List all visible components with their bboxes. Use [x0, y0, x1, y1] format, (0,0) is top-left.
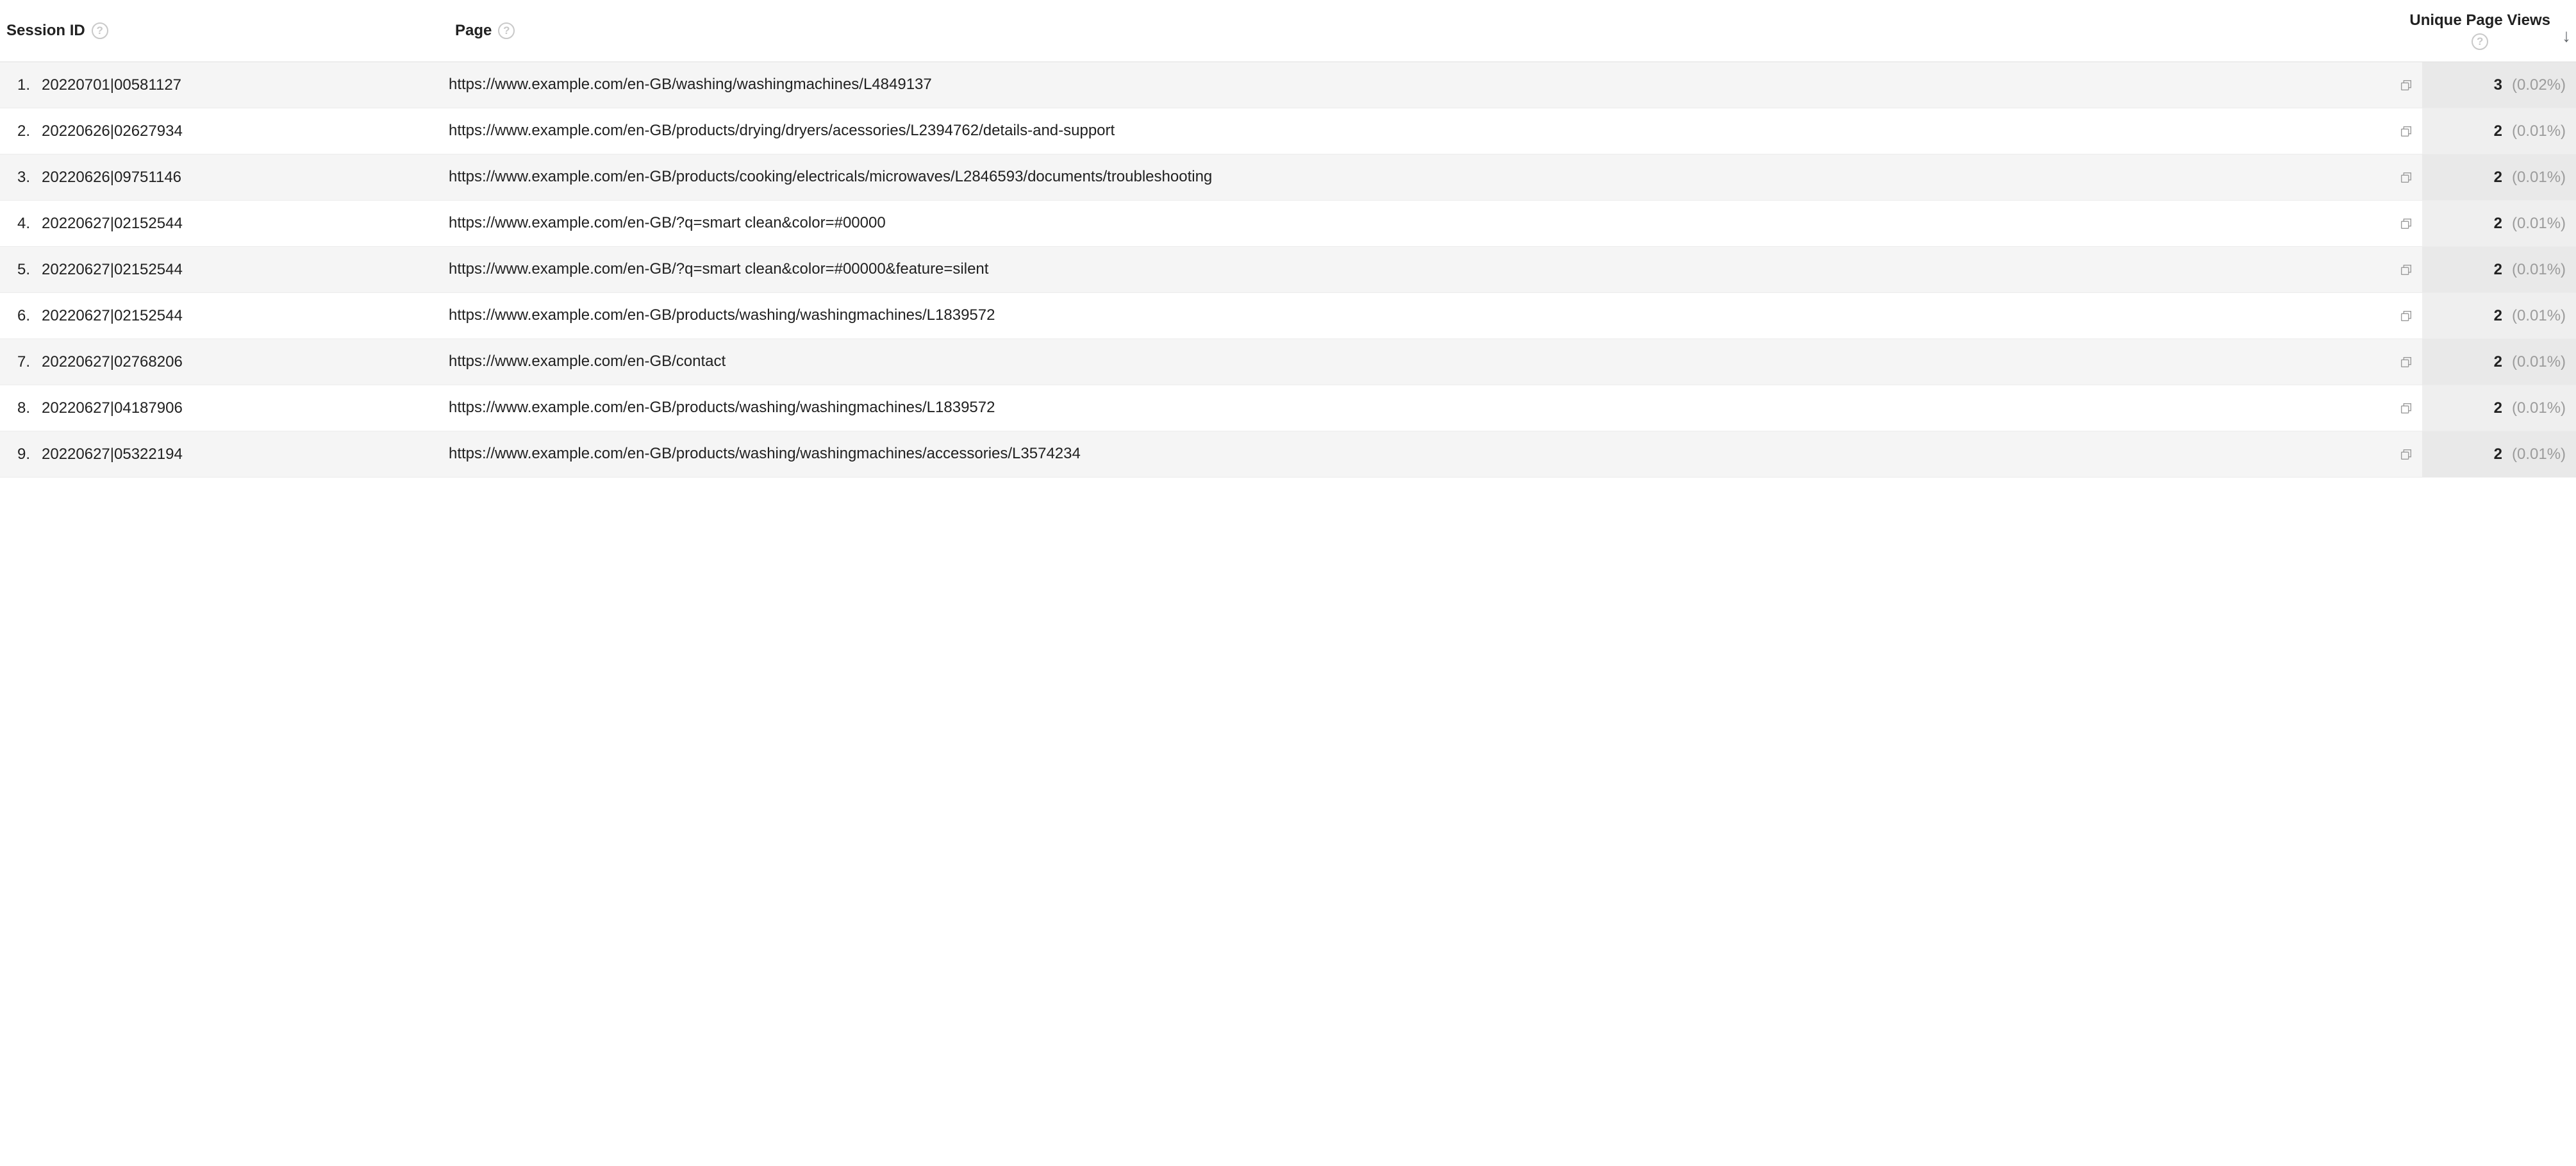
page-cell: https://www.example.com/en-GB/products/w… [449, 397, 2390, 418]
views-cell: 2(0.01%) [2422, 385, 2576, 431]
page-cell: https://www.example.com/en-GB/washing/wa… [449, 74, 2390, 95]
help-icon[interactable]: ? [2472, 33, 2488, 50]
page-cell: https://www.example.com/en-GB/products/w… [449, 305, 2390, 326]
views-pct: (0.02%) [2512, 76, 2576, 94]
views-cell: 2(0.01%) [2422, 293, 2576, 338]
views-cell: 2(0.01%) [2422, 154, 2576, 200]
views-value: 2 [2422, 261, 2512, 279]
table-row[interactable]: 8.20220627|04187906https://www.example.c… [0, 385, 2576, 431]
views-pct: (0.01%) [2512, 122, 2576, 140]
header-page[interactable]: Page ? [449, 22, 2409, 40]
views-value: 2 [2422, 446, 2512, 463]
views-cell: 2(0.01%) [2422, 339, 2576, 385]
row-index: 5. [0, 261, 42, 279]
views-value: 2 [2422, 169, 2512, 187]
session-id-cell: 20220627|02152544 [42, 215, 449, 233]
row-index: 8. [0, 399, 42, 417]
row-index: 9. [0, 446, 42, 463]
views-cell: 2(0.01%) [2422, 201, 2576, 246]
views-value: 2 [2422, 353, 2512, 371]
views-value: 2 [2422, 215, 2512, 233]
open-link-icon[interactable] [2390, 124, 2422, 138]
views-cell: 2(0.01%) [2422, 108, 2576, 154]
row-index: 4. [0, 215, 42, 233]
help-icon[interactable]: ? [498, 22, 515, 39]
open-link-icon[interactable] [2390, 447, 2422, 462]
views-pct: (0.01%) [2512, 261, 2576, 279]
session-id-cell: 20220627|02768206 [42, 353, 449, 371]
views-pct: (0.01%) [2512, 307, 2576, 325]
open-link-icon[interactable] [2390, 309, 2422, 323]
page-cell: https://www.example.com/en-GB/?q=smart c… [449, 213, 2390, 233]
session-id-cell: 20220627|02152544 [42, 261, 449, 279]
views-cell: 2(0.01%) [2422, 431, 2576, 477]
page-url[interactable]: https://www.example.com/en-GB/products/c… [449, 167, 2384, 187]
page-url[interactable]: https://www.example.com/en-GB/products/w… [449, 305, 2384, 326]
views-value: 3 [2422, 76, 2512, 94]
row-index: 6. [0, 307, 42, 325]
session-id-cell: 20220626|09751146 [42, 169, 449, 187]
row-index: 3. [0, 169, 42, 187]
header-page-label: Page [455, 22, 492, 40]
page-cell: https://www.example.com/en-GB/?q=smart c… [449, 259, 2390, 279]
open-link-icon[interactable] [2390, 401, 2422, 415]
page-url[interactable]: https://www.example.com/en-GB/?q=smart c… [449, 259, 2384, 279]
table-row[interactable]: 1.20220701|00581127https://www.example.c… [0, 62, 2576, 108]
session-id-cell: 20220627|02152544 [42, 307, 449, 325]
page-cell: https://www.example.com/en-GB/products/c… [449, 167, 2390, 187]
analytics-table: Session ID ? Page ? Unique Page Views ? … [0, 0, 2576, 478]
header-session-id[interactable]: Session ID ? [0, 22, 449, 40]
page-url[interactable]: https://www.example.com/en-GB/products/w… [449, 444, 2384, 464]
views-cell: 3(0.02%) [2422, 62, 2576, 108]
row-index: 7. [0, 353, 42, 371]
row-index: 2. [0, 122, 42, 140]
open-link-icon[interactable] [2390, 78, 2422, 92]
table-row[interactable]: 2.20220626|02627934https://www.example.c… [0, 108, 2576, 154]
views-pct: (0.01%) [2512, 169, 2576, 187]
page-cell: https://www.example.com/en-GB/products/w… [449, 444, 2390, 464]
table-row[interactable]: 7.20220627|02768206https://www.example.c… [0, 339, 2576, 385]
views-value: 2 [2422, 307, 2512, 325]
session-id-cell: 20220701|00581127 [42, 76, 449, 94]
views-pct: (0.01%) [2512, 399, 2576, 417]
views-cell: 2(0.01%) [2422, 247, 2576, 292]
page-url[interactable]: https://www.example.com/en-GB/products/w… [449, 397, 2384, 418]
open-link-icon[interactable] [2390, 355, 2422, 369]
open-link-icon[interactable] [2390, 217, 2422, 231]
sort-descending-icon[interactable]: ↓ [2562, 26, 2571, 46]
header-session-id-label: Session ID [6, 22, 85, 40]
views-pct: (0.01%) [2512, 215, 2576, 233]
page-cell: https://www.example.com/en-GB/products/d… [449, 121, 2390, 141]
session-id-cell: 20220626|02627934 [42, 122, 449, 140]
page-url[interactable]: https://www.example.com/en-GB/products/d… [449, 121, 2384, 141]
row-index: 1. [0, 76, 42, 94]
page-url[interactable]: https://www.example.com/en-GB/contact [449, 351, 2384, 372]
table-row[interactable]: 5.20220627|02152544https://www.example.c… [0, 247, 2576, 293]
help-icon[interactable]: ? [92, 22, 108, 39]
table-header-row: Session ID ? Page ? Unique Page Views ? … [0, 0, 2576, 62]
session-id-cell: 20220627|04187906 [42, 399, 449, 417]
open-link-icon[interactable] [2390, 263, 2422, 277]
page-url[interactable]: https://www.example.com/en-GB/washing/wa… [449, 74, 2384, 95]
table-row[interactable]: 3.20220626|09751146https://www.example.c… [0, 154, 2576, 201]
views-pct: (0.01%) [2512, 446, 2576, 463]
page-url[interactable]: https://www.example.com/en-GB/?q=smart c… [449, 213, 2384, 233]
header-views-label: Unique Page Views [2409, 12, 2550, 29]
page-cell: https://www.example.com/en-GB/contact [449, 351, 2390, 372]
views-value: 2 [2422, 122, 2512, 140]
table-row[interactable]: 4.20220627|02152544https://www.example.c… [0, 201, 2576, 247]
table-row[interactable]: 6.20220627|02152544https://www.example.c… [0, 293, 2576, 339]
views-value: 2 [2422, 399, 2512, 417]
table-row[interactable]: 9.20220627|05322194https://www.example.c… [0, 431, 2576, 478]
header-unique-page-views[interactable]: Unique Page Views ? ↓ [2409, 12, 2576, 50]
session-id-cell: 20220627|05322194 [42, 446, 449, 463]
open-link-icon[interactable] [2390, 171, 2422, 185]
views-pct: (0.01%) [2512, 353, 2576, 371]
